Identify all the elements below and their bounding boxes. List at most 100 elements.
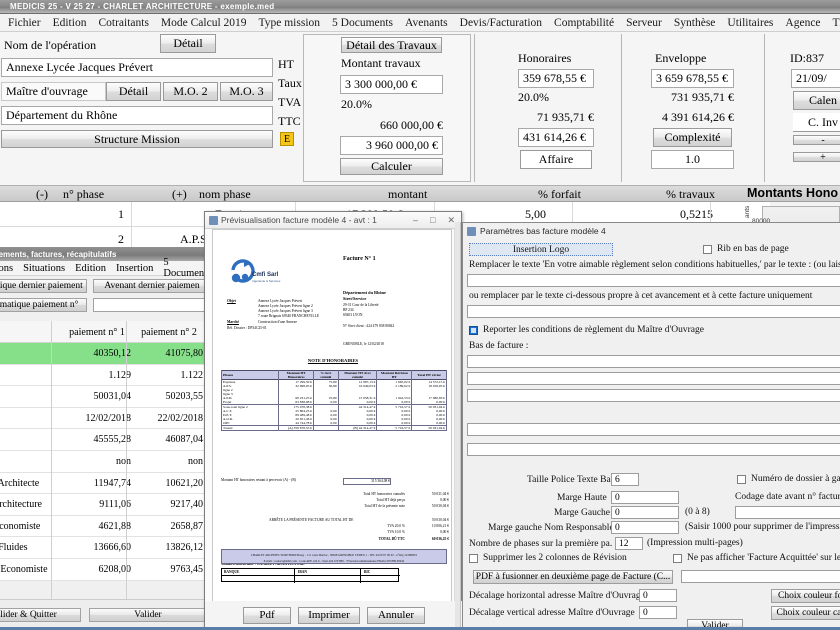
marge-gauche-input[interactable]: 0 xyxy=(611,506,679,519)
pdf-fusion-button[interactable]: PDF à fusionner en deuxième page de Fact… xyxy=(473,570,673,584)
marge-haute-input[interactable]: 0 xyxy=(611,491,679,504)
menu-utilitaires[interactable]: Utilitaires xyxy=(721,17,779,29)
bas-facture-input-1[interactable] xyxy=(467,355,840,368)
menu-serveur[interactable]: Serveur xyxy=(620,17,668,29)
choix-couleur-fond-button[interactable]: Choix couleur fond xyxy=(771,589,840,603)
phase-row-num: 2 xyxy=(118,232,124,246)
tax-flag-e[interactable]: E xyxy=(280,132,294,146)
insertion-logo-button[interactable]: Insertion Logo xyxy=(469,243,613,256)
id-label: ID:837 xyxy=(790,51,824,65)
montant-travaux-input[interactable]: 3 300 000,00 € xyxy=(340,75,443,94)
replace-text-input[interactable] xyxy=(467,274,840,287)
menu-edition[interactable]: Edition xyxy=(47,17,93,29)
payment-row-v1: 4621,88 xyxy=(98,520,132,532)
menu-type-mission[interactable]: Type mission xyxy=(253,17,327,29)
structure-mission-button[interactable]: Structure Mission xyxy=(1,130,273,148)
complexite-input[interactable]: 1.0 xyxy=(651,150,734,169)
auto-payment-n-button[interactable]: nt automatique paiement n° xyxy=(0,298,87,312)
nb-phases-input[interactable]: 12 xyxy=(615,537,643,550)
menu-cotraitants[interactable]: Cotraitants xyxy=(92,17,154,29)
numero-dossier-checkbox[interactable] xyxy=(737,475,746,484)
travaux-ttc-input[interactable]: 3 960 000,00 € xyxy=(340,136,443,155)
pdf-fusion-input[interactable] xyxy=(681,570,840,583)
affaire-button[interactable]: Affaire xyxy=(520,150,592,169)
bas-facture-input-3[interactable] xyxy=(467,389,840,402)
decalage-v-input[interactable]: 0 xyxy=(639,606,677,619)
report-conditions-checkbox[interactable] xyxy=(469,326,478,335)
decalage-h-input[interactable]: 0 xyxy=(639,589,677,602)
marge-resp-input[interactable]: 0 xyxy=(611,521,679,534)
maximize-icon[interactable]: □ xyxy=(430,215,435,226)
imprimer-button[interactable]: Imprimer xyxy=(298,606,360,624)
minimize-icon[interactable]: – xyxy=(413,215,418,226)
payment-n-input[interactable] xyxy=(93,298,211,312)
pdf-button[interactable]: Pdf xyxy=(243,606,291,624)
payment-row-v1: 12/02/2018 xyxy=(85,412,131,424)
valider-button[interactable]: Valider xyxy=(89,608,207,622)
payments-menu-impressions[interactable]: pressions xyxy=(0,263,18,274)
list-item[interactable]: non non xyxy=(0,450,211,473)
phase-col-minus[interactable]: (-) xyxy=(36,187,48,202)
list-item[interactable]: upré - Economiste 4621,88 2658,87 xyxy=(0,515,211,538)
phase-col-plus[interactable]: (+) xyxy=(172,187,187,202)
menu-avenants[interactable]: Avenants xyxy=(399,17,454,29)
objet-line: Annexe Lycée Jacques Prévert ligne 2 xyxy=(258,304,313,308)
rib-checkbox-label: Rib en bas de page xyxy=(717,244,789,254)
c-inv-button[interactable]: C. Inv xyxy=(793,113,840,132)
or-replace-input[interactable] xyxy=(467,305,840,318)
menu-synthese[interactable]: Synthèse xyxy=(668,17,722,29)
bas-facture-input-2[interactable] xyxy=(467,372,840,385)
bas-facture-input-5[interactable] xyxy=(467,443,840,456)
list-item[interactable]: 45555,28 46087,04 xyxy=(0,429,211,451)
menu-theme[interactable]: Thème xyxy=(827,17,840,29)
codage-date-input[interactable] xyxy=(735,506,840,519)
annuler-button[interactable]: Annuler xyxy=(367,606,425,624)
calculer-button[interactable]: Calculer xyxy=(340,158,443,175)
supprimer-colonnes-checkbox[interactable] xyxy=(469,554,478,563)
mo2-button[interactable]: M.O. 2 xyxy=(163,82,218,101)
list-item[interactable]: urand - Fluides 13666,60 13826,12 xyxy=(0,537,211,559)
mo3-button[interactable]: M.O. 3 xyxy=(220,82,273,101)
detail-travaux-button[interactable]: Détail des Travaux xyxy=(341,37,442,53)
bas-facture-input-4[interactable] xyxy=(467,423,840,436)
decrement-button[interactable]: - xyxy=(793,135,840,146)
menu-comptabilite[interactable]: Comptabilité xyxy=(548,17,620,29)
list-item[interactable]: 12/02/2018 22/02/2018 xyxy=(0,407,211,430)
valider-quitter-button[interactable]: Valider & Quitter xyxy=(0,608,81,622)
honoraires-ttc-input[interactable]: 431 614,26 € xyxy=(518,128,594,147)
ne-pas-afficher-checkbox[interactable] xyxy=(673,554,682,563)
honoraires-ht-input[interactable]: 359 678,55 € xyxy=(518,69,594,88)
payment-row-label: upré - Economiste xyxy=(0,520,41,532)
list-item[interactable]: 1.129 1.122 xyxy=(0,364,211,387)
avenant-last-payment-button[interactable]: Avenant dernier paiemen xyxy=(93,279,211,293)
enveloppe-ht-input[interactable]: 3 659 678,55 € xyxy=(651,69,734,88)
list-item[interactable]: harlet - Architecte 11947,74 10621,20 xyxy=(0,472,211,495)
close-icon[interactable]: ✕ xyxy=(447,215,455,226)
bank-col-iban: IBAN xyxy=(298,570,307,574)
calendar-button[interactable]: Calen xyxy=(793,91,840,110)
owner-input[interactable]: Département du Rhône xyxy=(1,106,273,125)
menu-devis-facturation[interactable]: Devis/Facturation xyxy=(454,17,548,29)
date-input[interactable]: 21/09/ xyxy=(791,69,840,88)
menu-mode-calcul[interactable]: Mode Calcul 2019 xyxy=(155,17,253,29)
operation-name-input[interactable]: Annexe Lycée Jacques Prévert xyxy=(1,58,273,77)
rib-checkbox[interactable] xyxy=(703,245,712,254)
menu-agence[interactable]: Agence xyxy=(779,17,826,29)
owner-detail-button[interactable]: Détail xyxy=(106,82,161,101)
list-item[interactable]: habert - Economiste 6208,00 9763,45 xyxy=(0,558,211,581)
list-item[interactable]: ent 40350,12 41075,80 xyxy=(0,343,211,365)
list-item[interactable]: visé 50031,04 50203,55 xyxy=(0,386,211,408)
menu-documents[interactable]: 5 Documents xyxy=(326,17,399,29)
list-item[interactable]: uval - Architecture 9111,06 9217,40 xyxy=(0,494,211,516)
menu-fichier[interactable]: Fichier xyxy=(2,17,47,29)
choix-couleur-cadre-button[interactable]: Choix couleur cadre xyxy=(771,606,840,620)
complexite-button[interactable]: Complexité xyxy=(653,128,732,147)
payments-menu-insertion[interactable]: Insertion xyxy=(111,263,158,274)
payments-menu-situations[interactable]: Situations xyxy=(18,263,70,274)
payments-menu-edition[interactable]: Edition xyxy=(70,263,111,274)
taille-police-input[interactable]: 6 xyxy=(611,473,639,486)
auto-last-payment-button[interactable]: automatique dernier paiement xyxy=(0,279,87,293)
operation-detail-button[interactable]: Détail xyxy=(160,34,216,53)
increment-button[interactable]: + xyxy=(793,152,840,163)
inv-cell-phase: Totaux xyxy=(220,425,280,431)
